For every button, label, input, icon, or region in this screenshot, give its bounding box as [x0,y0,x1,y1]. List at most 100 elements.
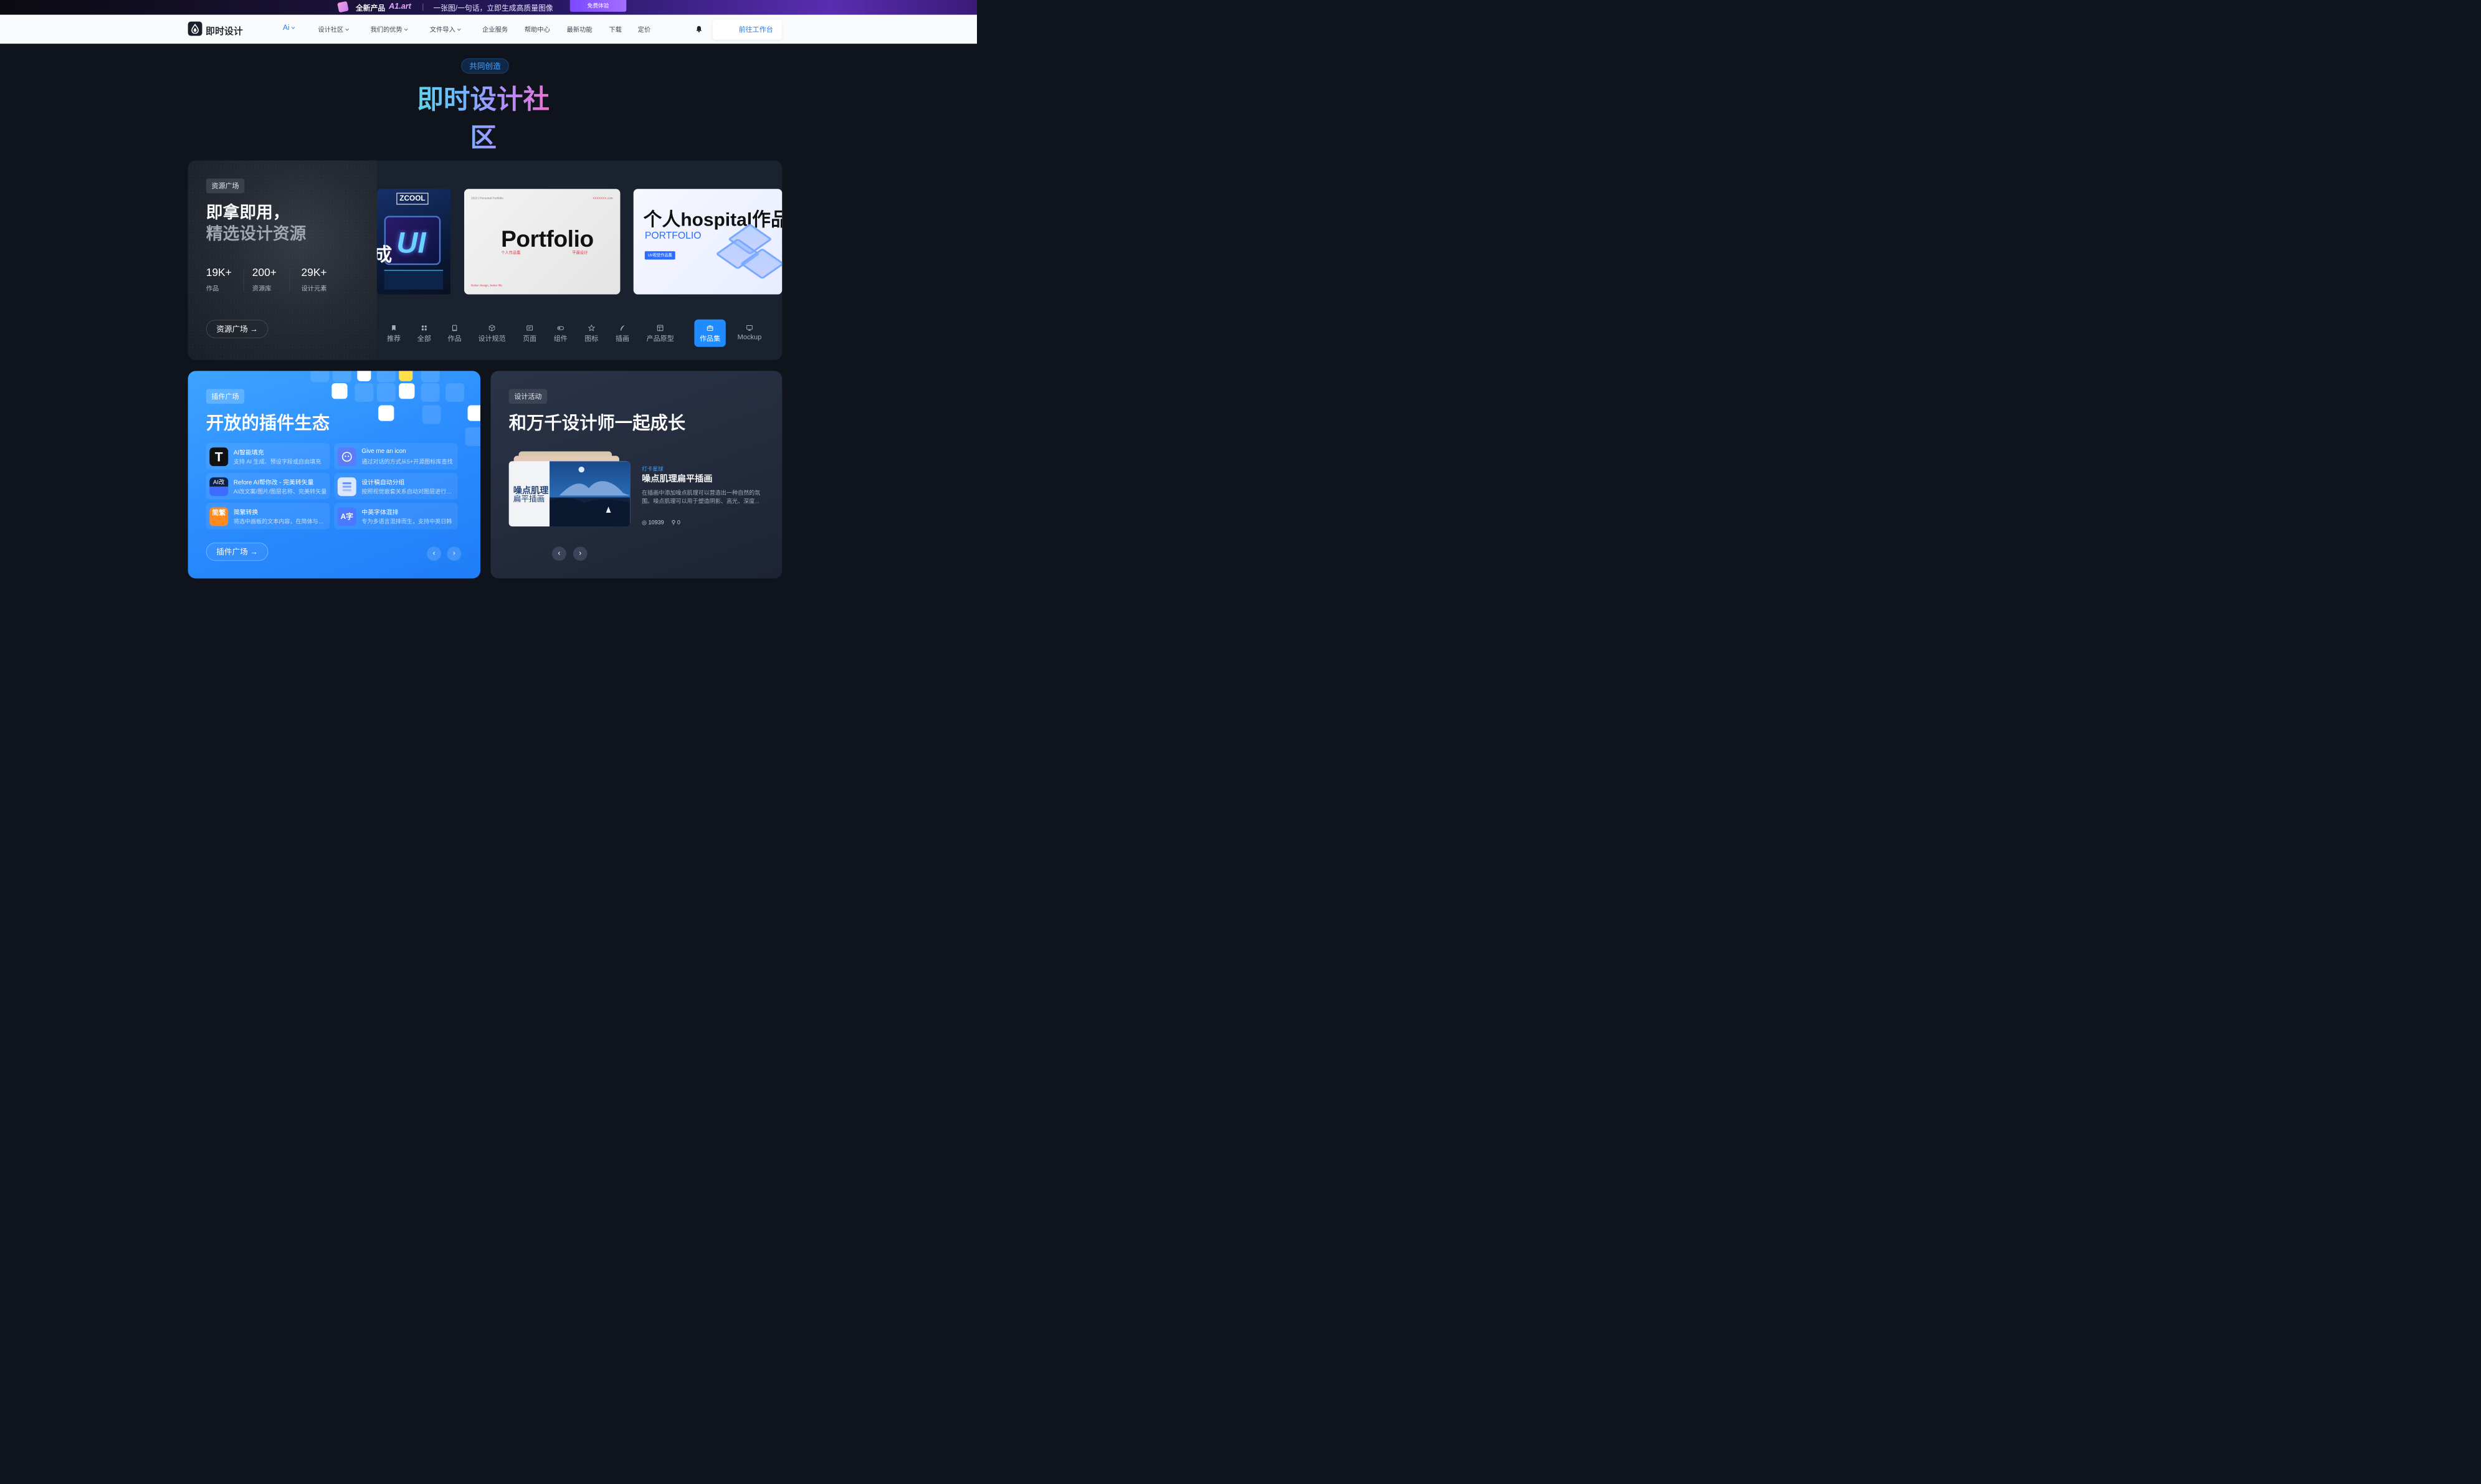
plugin-desc: 支持 AI 生成、预设字段或自由填充 [233,458,321,465]
prev-arrow-icon[interactable]: ‹ [427,546,441,561]
tab-recommend[interactable]: 推荐 [380,320,407,347]
tab-portfolio[interactable]: 作品集 [694,319,726,347]
plugin-card: 插件广场 开放的插件生态 T AI智能填充 支持 AI 生成、预设字段或自由填充… [188,371,481,579]
tab-design-spec[interactable]: 设计规范 [474,320,510,347]
plugin-item[interactable]: A字 中英字体混排 专为多语言混排而生，支持中英日韩 [334,503,458,530]
poster-illustration [550,461,631,527]
bell-icon[interactable] [695,26,702,34]
plugin-title: 中英字体混排 [361,508,399,516]
tab-works[interactable]: 作品 [441,320,468,347]
text-fill-icon: T [209,447,229,467]
monitor-icon [746,325,753,331]
thumb-zcool-art: ZCOOL UI 成 [376,189,450,295]
layout-icon [657,325,664,331]
resource-headline-2: 精选设计资源 [206,224,307,243]
plugin-title: 设计稿自动分组 [361,478,405,486]
tile-placeholder [421,383,440,402]
page-title: 即时设计社区 [410,78,557,155]
plugin-desc: AI改文案/图片/图层名称、完美转矢量 [233,488,327,495]
nav-help[interactable]: 帮助中心 [525,24,550,34]
nav-label: 设计社区 [318,26,344,34]
tab-prototypes[interactable]: 产品原型 [642,320,679,347]
plugin-plaza-button[interactable]: 插件广场 → [206,543,269,561]
tab-label: Mockup [737,333,762,341]
hospital-title: 个人hospital作品集 [643,209,782,230]
activity-desc: 在插画中添加噪点肌理可以营造出一种自然的氛围。噪点肌理可以用于塑造阴影、高光、深… [642,489,761,505]
next-arrow-icon[interactable]: › [573,546,588,561]
tab-label: 推荐 [386,335,401,343]
nav-community[interactable]: 设计社区 [318,24,349,34]
nav-enterprise[interactable]: 企业服务 [482,24,508,34]
go-to-workspace-button[interactable]: 前往工作台 [712,19,782,40]
stat-elements-label: 设计元素 [301,285,327,292]
poster-front: 噪点肌理 扁平插画 [508,461,631,527]
cn-glyph: 成 [377,239,392,266]
tab-illustrations[interactable]: 插画 [609,320,636,347]
promo-try-button[interactable]: 免费体验 [569,0,627,12]
promo-tag: 全新产品 [355,4,386,12]
plugin-item[interactable]: 设计稿自动分组 按照视觉嵌套关系自动对图层进行分组 [334,473,458,500]
chevron-down-icon [404,27,408,31]
robot-icon [331,383,348,399]
plugin-item[interactable]: T AI智能填充 支持 AI 生成、预设字段或自由填充 [206,443,330,470]
tab-label: 组件 [553,335,568,343]
plugin-item[interactable]: 简繁 简繁转换 将选中画板的文本内容，在简体与繁体间转换 [206,503,330,530]
plugin-item[interactable]: Give me an icon 通过对话的方式从5+开源图标库查找 [334,443,458,470]
view-count: 10939 [648,519,664,526]
thumb-portfolio[interactable]: 2023 | Personal Portfolio XXXXXXX.com Po… [464,189,621,295]
globe-icon [467,405,481,421]
plugin-desc: 将选中画板的文本内容，在简体与繁体间转换 [233,518,327,525]
nav-pricing[interactable]: 定价 [638,24,650,34]
activity-meta: ◎ 10939 ⚲ 0 [642,519,680,526]
nav-ai[interactable]: Ai [283,23,295,32]
user-icon: ⚲ [671,519,676,526]
tab-pages[interactable]: 页面 [516,320,543,347]
chat-icon [337,447,356,467]
resource-tag: 资源广场 [206,178,245,194]
tab-all[interactable]: 全部 [411,320,437,347]
tab-icons[interactable]: 图标 [578,320,605,347]
plugin-item[interactable]: AI改 Refore AI帮你改 - 完美转矢量 AI改文案/图片/图层名称、完… [206,473,330,500]
stat-elements-value: 29K+ [301,266,327,278]
tab-label: 作品 [447,335,462,343]
nav-ai-label: Ai [283,23,290,32]
tab-mockup[interactable]: Mockup [731,320,768,347]
nav-import[interactable]: 文件导入 [429,24,461,34]
activity-title[interactable]: 噪点肌理扁平插画 [642,472,712,484]
tile-placeholder [332,371,351,383]
retro-keyboard [384,270,444,290]
plugin-headline: 开放的插件生态 [206,413,330,433]
font-mix-icon: A字 [337,507,356,526]
layers-icon [337,477,356,497]
brand-name[interactable]: 即时设计 [206,24,243,37]
brand-logo-icon[interactable] [188,21,202,36]
prev-arrow-icon[interactable]: ‹ [551,546,566,561]
tab-components[interactable]: 组件 [547,320,574,347]
plugin-desc: 按照视觉嵌套关系自动对图层进行分组 [361,488,455,495]
hospital-sub: PORTFOLIO [644,230,702,241]
briefcase-icon [707,325,713,331]
portfolio-meta: 2023 | Personal Portfolio [471,196,503,200]
tab-label: 页面 [523,335,537,343]
activity-poster[interactable]: 噪点肌理 扁平插画 [508,451,631,530]
activity-card: 设计活动 和万千设计师一起成长 噪点肌理 扁平插画 打卡星球 噪点肌理扁平插画 [490,371,783,579]
resource-plaza-button[interactable]: 资源广场 → [206,320,269,338]
nav-whats-new[interactable]: 最新功能 [567,24,593,34]
document-icon [452,325,457,331]
tile-placeholder [310,371,330,383]
thumb-hospital-portfolio[interactable]: 个人hospital作品集 PORTFOLIO UI/视觉作品集 [633,189,783,295]
tab-label: 图标 [584,335,599,343]
portfolio-word: Portfolio [501,226,594,252]
chevron-down-icon [345,27,349,31]
tile-placeholder [355,383,374,402]
feather-icon [620,325,625,331]
next-arrow-icon[interactable]: › [447,546,462,561]
plugin-title: Give me an icon [361,447,406,455]
nav-label: 文件导入 [429,26,455,34]
eye-icon: ◎ [642,519,647,526]
hospital-chip: UI/视觉作品集 [644,251,675,260]
nav-advantages[interactable]: 我们的优势 [371,24,408,34]
nav-download[interactable]: 下载 [609,24,621,34]
stat-libs-value: 200+ [252,266,277,278]
tile-placeholder [376,383,396,402]
